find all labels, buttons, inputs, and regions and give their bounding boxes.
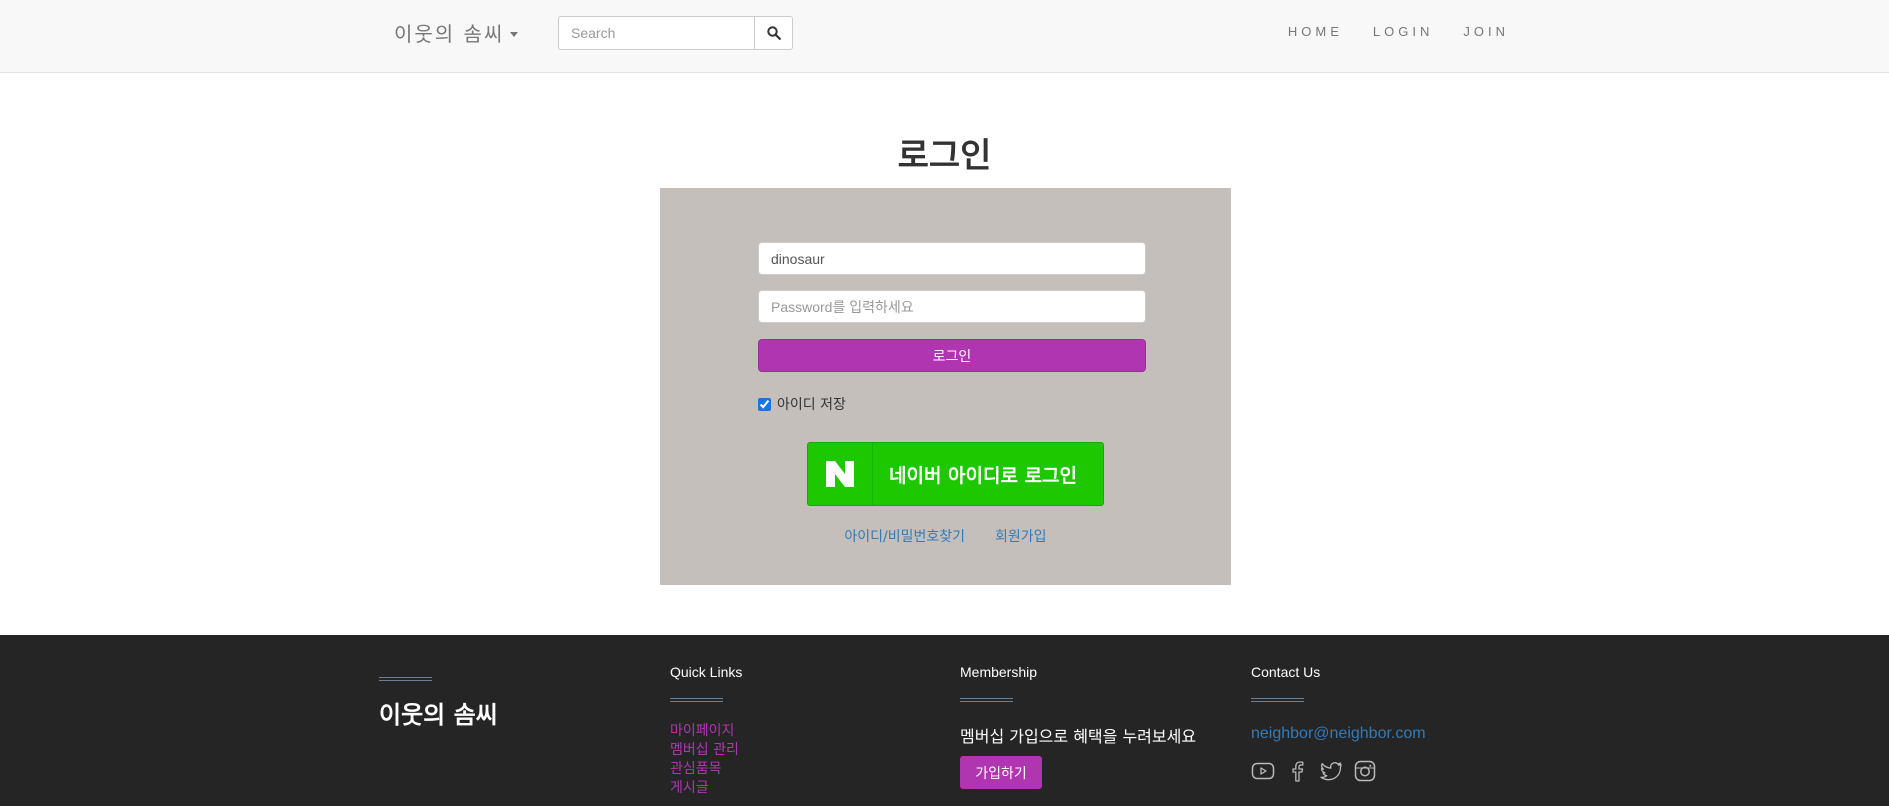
account-links: 아이디/비밀번호찾기 회원가입 — [660, 526, 1231, 546]
brand-label: 이웃의 솜씨 — [394, 22, 505, 46]
membership-heading: Membership — [960, 664, 1038, 680]
youtube-icon[interactable] — [1251, 759, 1275, 783]
facebook-icon[interactable] — [1285, 759, 1309, 783]
remember-id: 아이디 저장 — [758, 394, 846, 414]
footer-brand: 이웃의 솜씨 — [379, 701, 498, 729]
caret-down-icon — [510, 31, 519, 37]
contact-email-link[interactable]: neighbor@neighbor.com — [1251, 725, 1426, 743]
top-navbar: 이웃의 솜씨 HOME LOGIN JOIN — [0, 0, 1889, 73]
login-button[interactable]: 로그인 — [758, 339, 1146, 372]
footer-divider — [379, 677, 432, 681]
find-account-link[interactable]: 아이디/비밀번호찾기 — [844, 526, 965, 546]
naver-login-button[interactable]: 네이버 아이디로 로그인 — [807, 442, 1104, 506]
quick-link-posts[interactable]: 게시글 — [670, 780, 739, 797]
remember-id-label: 아이디 저장 — [777, 397, 846, 413]
nav-join-link[interactable]: JOIN — [1463, 24, 1509, 39]
quick-link-interests[interactable]: 관심품목 — [670, 761, 739, 778]
naver-login-label: 네이버 아이디로 로그인 — [888, 464, 1078, 487]
nav-login-link[interactable]: LOGIN — [1373, 24, 1433, 39]
membership-join-button[interactable]: 가입하기 — [960, 756, 1042, 789]
social-links — [1251, 759, 1377, 783]
twitter-icon[interactable] — [1319, 759, 1343, 783]
login-panel: 로그인 아이디 저장 네이버 아이디로 로그인 아이디/비밀번호찾기 회원가입 — [660, 188, 1231, 585]
signup-link[interactable]: 회원가입 — [995, 526, 1047, 546]
search-icon — [766, 26, 781, 40]
membership-text: 멤버십 가입으로 혜택을 누려보세요 — [960, 727, 1197, 746]
footer-divider — [1251, 698, 1304, 702]
naver-logo-icon — [808, 443, 873, 505]
quick-link-membership[interactable]: 멤버십 관리 — [670, 742, 739, 759]
user-id-field[interactable] — [758, 242, 1146, 275]
footer: 이웃의 솜씨 Quick Links 마이페이지 멤버십 관리 관심품목 게시글… — [0, 635, 1889, 806]
search-button[interactable] — [754, 16, 793, 50]
brand-dropdown[interactable]: 이웃의 솜씨 — [394, 18, 519, 47]
search-form — [558, 16, 793, 50]
nav-home-link[interactable]: HOME — [1288, 24, 1343, 39]
instagram-icon[interactable] — [1353, 759, 1377, 783]
quick-links-list: 마이페이지 멤버십 관리 관심품목 게시글 — [670, 723, 739, 797]
footer-divider — [670, 698, 723, 702]
nav-links: HOME LOGIN JOIN — [1288, 0, 1509, 62]
footer-divider — [960, 698, 1013, 702]
quick-links-heading: Quick Links — [670, 664, 743, 680]
page-title: 로그인 — [897, 136, 992, 176]
remember-id-checkbox[interactable] — [758, 397, 771, 411]
quick-link-mypage[interactable]: 마이페이지 — [670, 723, 739, 740]
contact-heading: Contact Us — [1251, 664, 1321, 680]
search-input[interactable] — [558, 16, 754, 50]
password-field[interactable] — [758, 290, 1146, 323]
